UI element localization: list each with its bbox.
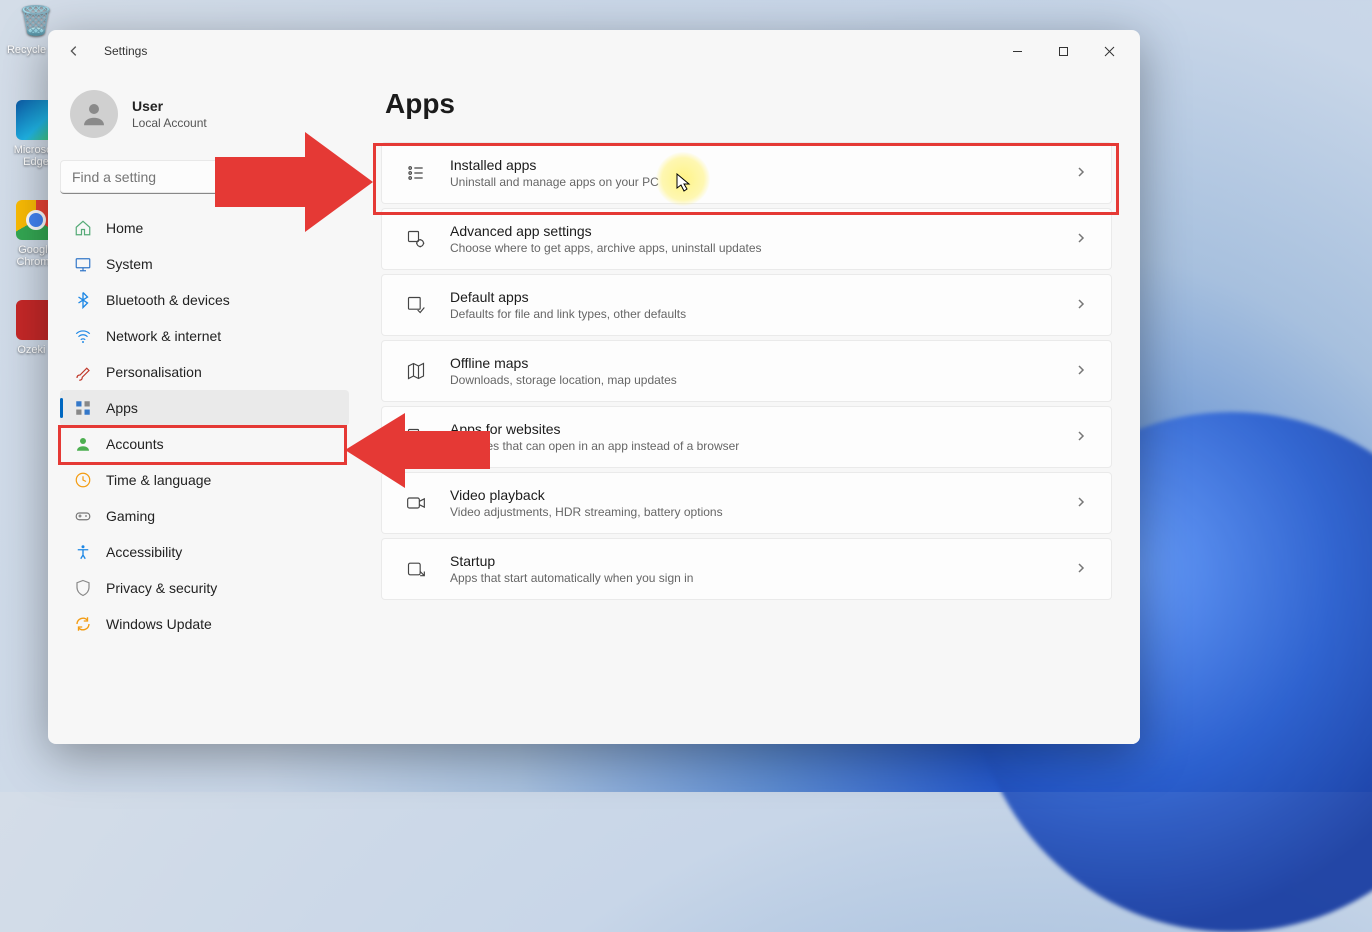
card-subtitle: Downloads, storage location, map updates <box>450 373 1075 387</box>
account-icon <box>74 435 92 453</box>
card-subtitle: Uninstall and manage apps on your PC <box>450 175 1075 189</box>
wifi-icon <box>74 327 92 345</box>
sidebar-item-label: Home <box>106 220 143 236</box>
minimize-button[interactable] <box>994 35 1040 67</box>
apps-icon <box>74 399 92 417</box>
sidebar-item-label: Bluetooth & devices <box>106 292 230 308</box>
person-icon <box>79 99 109 129</box>
sidebar-item-label: Accounts <box>106 436 164 452</box>
app-check-icon <box>402 291 430 319</box>
list-icon <box>402 159 430 187</box>
sidebar: User Local Account Home System Bluetooth &… <box>48 72 353 744</box>
search-input[interactable] <box>60 160 341 194</box>
card-installed[interactable]: Installed apps Uninstall and manage apps … <box>381 142 1112 204</box>
app-link-icon <box>402 423 430 451</box>
clock-icon <box>74 471 92 489</box>
user-block[interactable]: User Local Account <box>60 80 349 158</box>
chevron-right-icon <box>1075 231 1091 247</box>
card-default[interactable]: Default apps Defaults for file and link t… <box>381 274 1112 336</box>
chevron-right-icon <box>1075 363 1091 379</box>
chevron-right-icon <box>1075 297 1091 313</box>
sidebar-item-label: Personalisation <box>106 364 202 380</box>
system-icon <box>74 255 92 273</box>
titlebar: Settings <box>48 30 1140 72</box>
sidebar-item-update[interactable]: Windows Update <box>60 606 349 642</box>
page-title: Apps <box>385 88 1112 120</box>
card-title: Advanced app settings <box>450 223 1075 239</box>
sidebar-item-label: Apps <box>106 400 138 416</box>
maximize-button[interactable] <box>1040 35 1086 67</box>
sidebar-item-privacy[interactable]: Privacy & security <box>60 570 349 606</box>
sidebar-item-accounts[interactable]: Accounts <box>60 426 349 462</box>
bluetooth-icon <box>74 291 92 309</box>
user-name: User <box>132 98 207 114</box>
gaming-icon <box>74 507 92 525</box>
user-account-type: Local Account <box>132 116 207 130</box>
sidebar-item-accessibility[interactable]: Accessibility <box>60 534 349 570</box>
chevron-right-icon <box>1075 165 1091 181</box>
sidebar-item-home[interactable]: Home <box>60 210 349 246</box>
card-subtitle: Websites that can open in an app instead… <box>450 439 1075 453</box>
card-startup[interactable]: Startup Apps that start automatically whe… <box>381 538 1112 600</box>
card-title: Video playback <box>450 487 1075 503</box>
map-icon <box>402 357 430 385</box>
card-title: Offline maps <box>450 355 1075 371</box>
video-icon <box>402 489 430 517</box>
sidebar-item-label: Windows Update <box>106 616 212 632</box>
chevron-right-icon <box>1075 561 1091 577</box>
avatar <box>70 90 118 138</box>
card-title: Installed apps <box>450 157 1075 173</box>
sidebar-item-label: Privacy & security <box>106 580 217 596</box>
sidebar-item-label: System <box>106 256 153 272</box>
accessibility-icon <box>74 543 92 561</box>
search-box <box>60 160 341 194</box>
card-subtitle: Apps that start automatically when you s… <box>450 571 1075 585</box>
card-subtitle: Choose where to get apps, archive apps, … <box>450 241 1075 255</box>
sidebar-item-gaming[interactable]: Gaming <box>60 498 349 534</box>
startup-icon <box>402 555 430 583</box>
sidebar-item-time[interactable]: Time & language <box>60 462 349 498</box>
sidebar-item-bluetooth[interactable]: Bluetooth & devices <box>60 282 349 318</box>
card-subtitle: Video adjustments, HDR streaming, batter… <box>450 505 1075 519</box>
sidebar-item-label: Gaming <box>106 508 155 524</box>
sidebar-item-label: Time & language <box>106 472 211 488</box>
sidebar-item-personalisation[interactable]: Personalisation <box>60 354 349 390</box>
card-advanced[interactable]: Advanced app settings Choose where to get… <box>381 208 1112 270</box>
card-title: Startup <box>450 553 1075 569</box>
sidebar-item-system[interactable]: System <box>60 246 349 282</box>
chevron-right-icon <box>1075 495 1091 511</box>
card-offline[interactable]: Offline maps Downloads, storage location,… <box>381 340 1112 402</box>
sidebar-item-label: Accessibility <box>106 544 182 560</box>
settings-window: Settings User Local Account Home System Bl… <box>48 30 1140 744</box>
card-websites[interactable]: Apps for websites Websites that can open … <box>381 406 1112 468</box>
back-arrow-icon <box>67 44 81 58</box>
card-subtitle: Defaults for file and link types, other … <box>450 307 1075 321</box>
app-gear-icon <box>402 225 430 253</box>
sidebar-item-label: Network & internet <box>106 328 221 344</box>
sidebar-item-apps[interactable]: Apps <box>60 390 349 426</box>
sidebar-item-network[interactable]: Network & internet <box>60 318 349 354</box>
shield-icon <box>74 579 92 597</box>
home-icon <box>74 219 92 237</box>
card-video[interactable]: Video playback Video adjustments, HDR str… <box>381 472 1112 534</box>
update-icon <box>74 615 92 633</box>
close-button[interactable] <box>1086 35 1132 67</box>
content-area: Apps Installed apps Uninstall and manage … <box>353 72 1140 744</box>
card-title: Apps for websites <box>450 421 1075 437</box>
chevron-right-icon <box>1075 429 1091 445</box>
window-title: Settings <box>104 44 147 58</box>
back-button[interactable] <box>56 33 92 69</box>
brush-icon <box>74 363 92 381</box>
card-title: Default apps <box>450 289 1075 305</box>
